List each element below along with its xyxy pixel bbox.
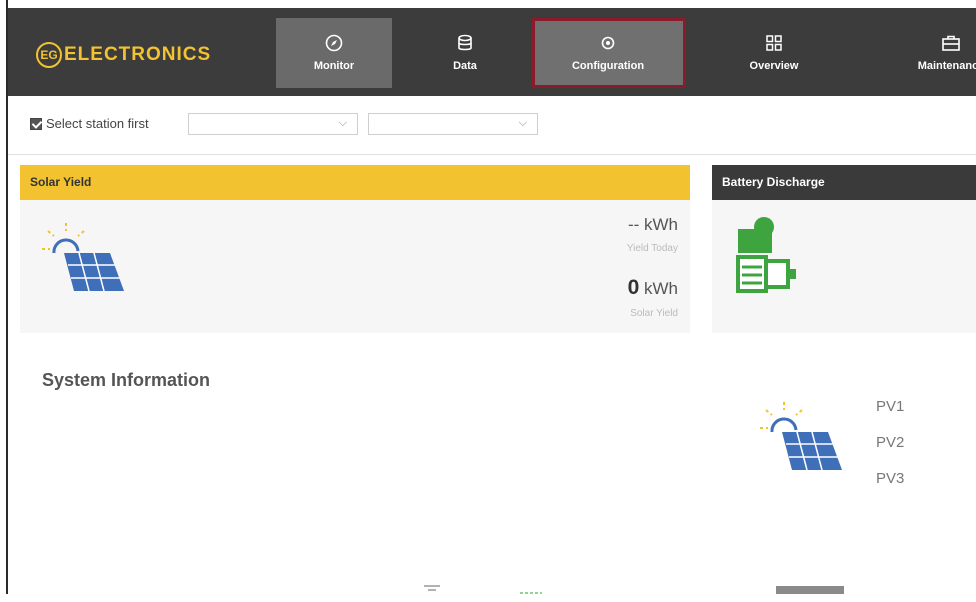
brand-logo[interactable]: EG ELECTRONICS — [36, 40, 211, 70]
solar-yield-card: Solar Yield -- kWh Yield Today 0 kWh Sol… — [20, 165, 690, 333]
battery-discharge-title: Battery Discharge — [712, 165, 976, 200]
device-select[interactable]: ⌵ — [368, 113, 538, 135]
solar-yield-number: 0 — [627, 276, 640, 299]
cutoff-block — [776, 586, 844, 594]
nav-monitor[interactable]: Monitor — [276, 8, 392, 96]
solar-panel-icon — [40, 221, 126, 300]
nav-maintenance-label: Maintenance — [917, 60, 976, 72]
nav-data[interactable]: Data — [430, 8, 500, 96]
solar-yield-title: Solar Yield — [20, 165, 690, 200]
solar-yield-total: 0 kWh — [628, 276, 678, 300]
station-filter-bar: Select station first ⌵ ⌵ — [8, 96, 976, 155]
top-margin — [0, 0, 976, 8]
nav-overview[interactable]: Overview — [738, 8, 810, 96]
select-station-label: Select station first — [46, 116, 149, 131]
battery-icon — [734, 215, 814, 300]
yield-today-label: Yield Today — [626, 243, 678, 254]
nav-configuration-label: Configuration — [571, 60, 645, 72]
pv2-label: PV2 — [876, 434, 905, 451]
database-icon — [454, 32, 476, 54]
nav-monitor-label: Monitor — [313, 60, 355, 72]
toolbox-icon — [940, 32, 962, 54]
logo-text: ELECTRONICS — [64, 44, 212, 65]
system-solar-panel-icon — [758, 400, 844, 479]
compass-icon — [323, 32, 345, 54]
yield-today-value: -- kWh — [627, 215, 678, 234]
nav-data-label: Data — [453, 60, 477, 72]
chevron-down-icon: ⌵ — [518, 117, 527, 129]
nav-overview-label: Overview — [749, 60, 799, 72]
nav-maintenance[interactable]: Maintenance — [882, 8, 976, 96]
cutoff-indicator — [420, 584, 444, 597]
top-navbar: EG ELECTRONICS Monitor Data Configuratio… — [8, 8, 976, 96]
station-select[interactable]: ⌵ — [188, 113, 358, 135]
pv3-label: PV3 — [876, 470, 905, 487]
app-window: EG ELECTRONICS Monitor Data Configuratio… — [0, 0, 976, 594]
solar-yield-label: Solar Yield — [630, 308, 678, 319]
battery-discharge-card: Battery Discharge — [712, 165, 976, 333]
gear-icon — [597, 32, 619, 54]
logo-mark: EG — [36, 42, 62, 68]
nav-configuration[interactable]: Configuration — [530, 8, 700, 96]
chevron-down-icon: ⌵ — [338, 117, 347, 129]
system-information-title: System Information — [42, 370, 211, 390]
grid-icon — [763, 32, 785, 54]
solar-yield-unit: kWh — [644, 279, 678, 298]
pv1-label: PV1 — [876, 398, 905, 415]
cutoff-icon-green — [516, 584, 546, 594]
select-station-checkbox[interactable] — [30, 118, 42, 130]
